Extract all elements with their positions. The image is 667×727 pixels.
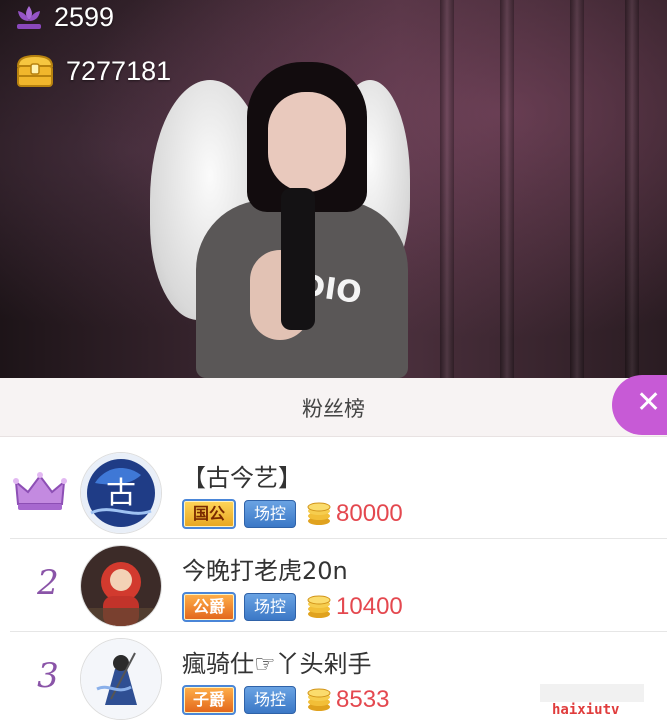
curtain-fold: [570, 0, 584, 378]
gold-coins-icon: [307, 595, 331, 618]
rank-number: 2: [37, 563, 59, 603]
treasure-stat: 7277181: [14, 52, 171, 90]
crown-icon: [13, 472, 67, 510]
coin-contribution: 10400: [306, 593, 403, 621]
rank-number: 3: [37, 656, 59, 696]
noble-title-badge: 子爵: [182, 685, 237, 715]
avatar-image: [81, 546, 161, 626]
avatar-image: 古: [81, 453, 161, 533]
flower-count: 2599: [54, 2, 115, 32]
avatar[interactable]: [80, 545, 162, 627]
watermark-background: [540, 684, 644, 702]
avatar-image: [81, 639, 161, 719]
panel-title: 粉丝榜: [302, 397, 365, 421]
live-stream-video[interactable]: DIO 2599 7277181: [0, 0, 667, 378]
fan-row[interactable]: 古 【古今艺】 国公 场控 80000: [10, 446, 667, 541]
microphone: [281, 188, 315, 330]
close-button[interactable]: ✕: [612, 375, 667, 435]
coin-amount: 80000: [336, 500, 403, 527]
curtain-fold: [440, 0, 454, 378]
flower-icon: [17, 5, 41, 29]
noble-title-badge: 公爵: [182, 592, 237, 622]
fan-badges: 公爵 场控 10400: [182, 592, 403, 622]
curtain-fold: [500, 0, 514, 378]
fan-badges: 国公 场控 80000: [182, 499, 403, 529]
fan-row[interactable]: 2 今晚打老虎20n 公爵 场控 10400: [10, 538, 667, 634]
watermark: haixiutv: [552, 702, 620, 718]
curtain-fold: [625, 0, 639, 378]
avatar[interactable]: [80, 638, 162, 720]
room-control-badge: 场控: [244, 686, 297, 714]
treasure-chest-icon: [16, 54, 54, 87]
flower-stat: 2599: [14, 2, 114, 33]
fan-name: 【古今艺】: [182, 464, 302, 492]
close-icon: ✕: [636, 385, 662, 420]
coin-amount: 8533: [336, 686, 390, 713]
coin-contribution: 8533: [306, 686, 389, 714]
fan-name: 瘋骑仕☞丫头剁手: [182, 650, 372, 678]
avatar[interactable]: 古: [80, 452, 162, 534]
streamer-face: [268, 92, 346, 192]
room-control-badge: 场控: [244, 593, 297, 621]
svg-text:古: 古: [106, 476, 136, 511]
noble-title-badge: 国公: [182, 499, 237, 529]
gold-coins-icon: [307, 502, 331, 525]
coin-amount: 10400: [336, 593, 403, 620]
room-control-badge: 场控: [244, 500, 297, 528]
treasure-count: 7277181: [66, 55, 172, 86]
panel-header: 粉丝榜: [0, 378, 667, 437]
coin-contribution: 80000: [306, 500, 403, 528]
fan-badges: 子爵 场控 8533: [182, 685, 389, 715]
fan-name: 今晚打老虎20n: [182, 557, 348, 585]
gold-coins-icon: [307, 688, 331, 711]
fans-ranking-panel: 粉丝榜 古 【古今艺】 国公 场控 80000 2 今晚打老虎20n 公爵 场控…: [0, 378, 667, 723]
